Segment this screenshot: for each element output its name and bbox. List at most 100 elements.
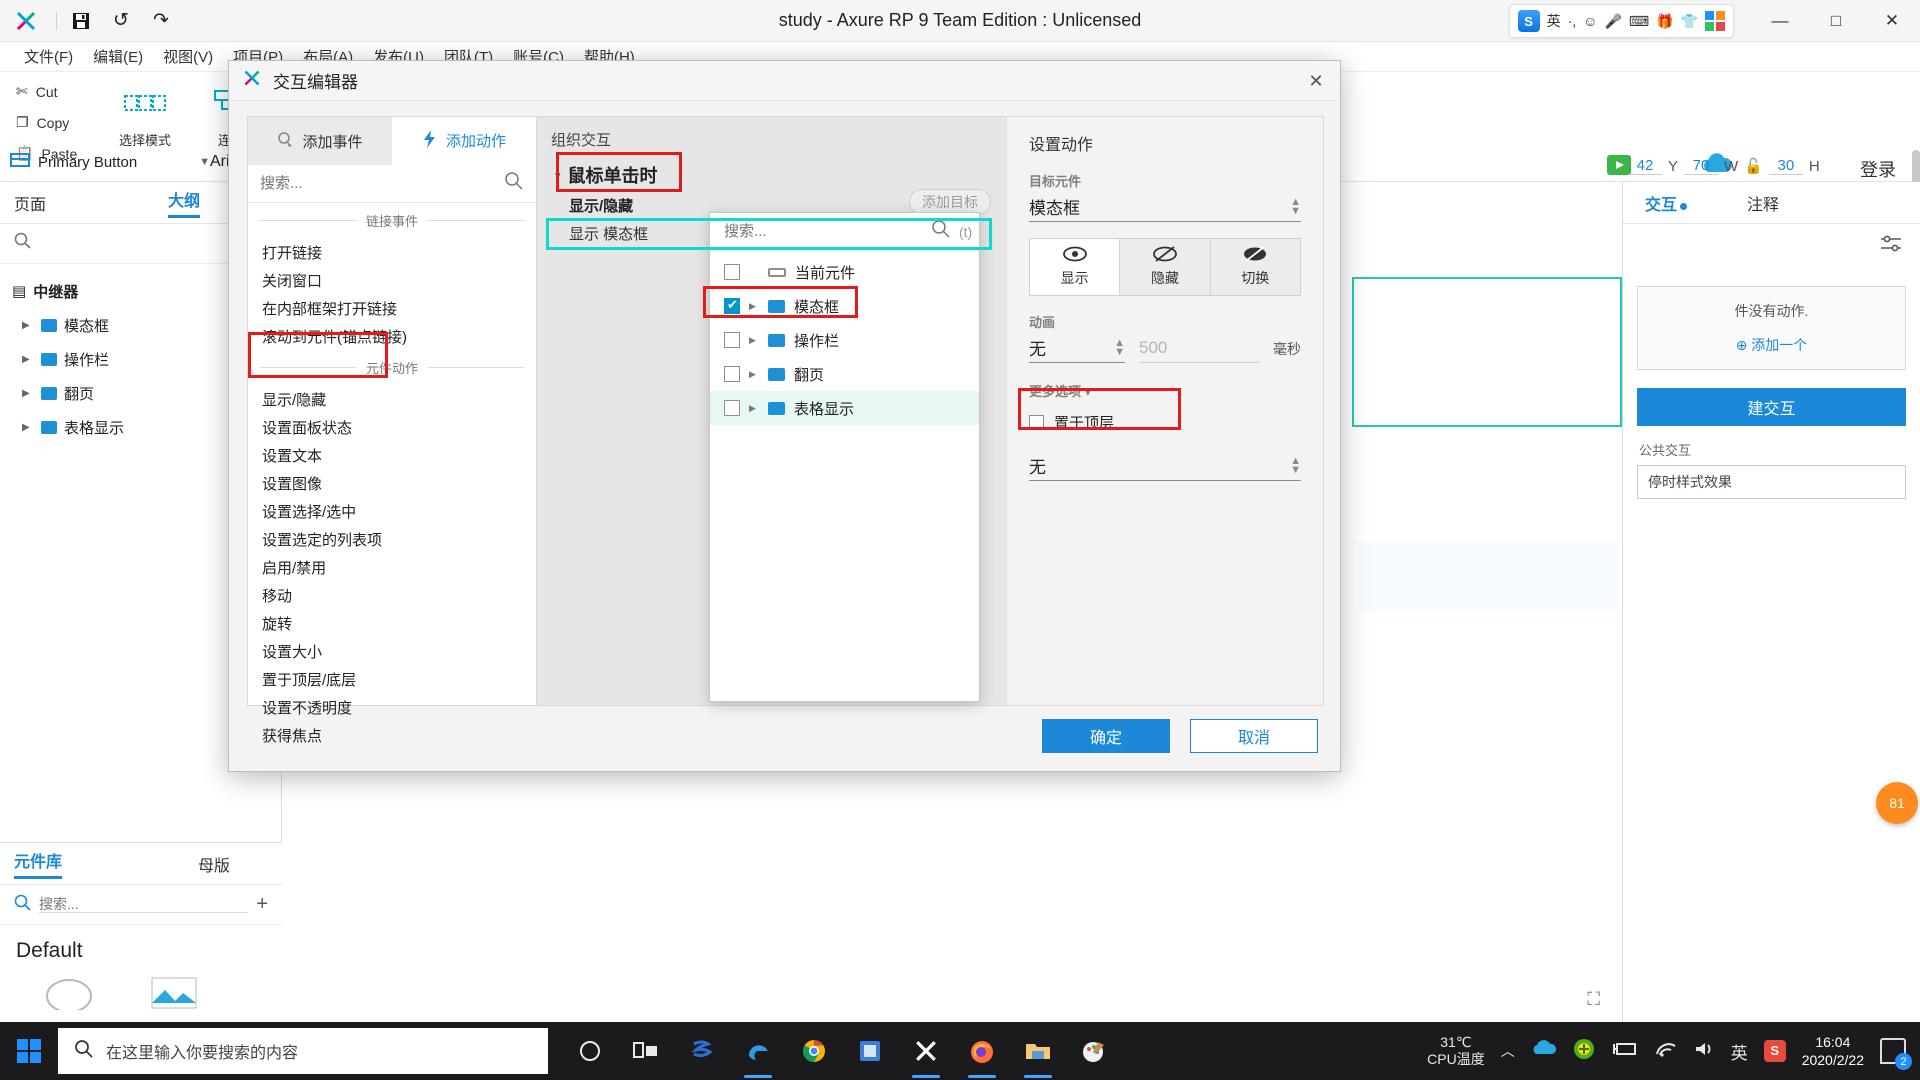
tab-pages[interactable]: 页面 bbox=[14, 191, 46, 215]
lock-icon[interactable]: 🔓 bbox=[1744, 157, 1763, 175]
cortana-icon[interactable] bbox=[562, 1022, 618, 1080]
style-dropdown[interactable]: Primary Button ▼ bbox=[10, 146, 210, 178]
chevron-right-icon[interactable]: ▶ bbox=[749, 369, 759, 380]
library-search-input[interactable] bbox=[39, 896, 249, 913]
picker-checkbox[interactable] bbox=[724, 400, 740, 416]
action-search-input[interactable] bbox=[260, 175, 504, 192]
visibility-hide-button[interactable]: 隐藏 bbox=[1120, 239, 1211, 295]
picker-item-table[interactable]: ▶ 表格显示 bbox=[710, 391, 979, 425]
ok-button[interactable]: 确定 bbox=[1042, 719, 1170, 753]
minimize-button[interactable]: — bbox=[1752, 0, 1808, 42]
wifi-icon[interactable] bbox=[1655, 1040, 1677, 1063]
action-set-selection[interactable]: 设置选择/选中 bbox=[248, 497, 536, 525]
taskbar-search[interactable]: 在这里输入你要搜索的内容 bbox=[58, 1028, 548, 1074]
ime-emoji-icon[interactable]: ☺ bbox=[1583, 13, 1597, 29]
fx-icon[interactable]: (t) bbox=[959, 224, 972, 240]
action-set-opacity[interactable]: 设置不透明度 bbox=[248, 693, 536, 721]
canvas-widget-area[interactable] bbox=[1352, 427, 1622, 517]
ime-keyboard-icon[interactable]: ⌨ bbox=[1629, 13, 1649, 30]
cut-button[interactable]: ✄ Cut bbox=[10, 76, 106, 107]
firefox-icon[interactable] bbox=[954, 1022, 1010, 1080]
tab-add-event[interactable]: 添加事件 bbox=[248, 117, 392, 165]
action-search-row[interactable] bbox=[248, 165, 536, 203]
create-interaction-button[interactable]: 建交互 bbox=[1637, 388, 1906, 426]
x-value[interactable]: 42 bbox=[1628, 157, 1662, 175]
volume-icon[interactable] bbox=[1693, 1040, 1715, 1063]
tab-masters[interactable]: 母版 bbox=[198, 852, 230, 876]
cancel-button[interactable]: 取消 bbox=[1190, 719, 1318, 753]
picker-checkbox[interactable] bbox=[724, 264, 740, 280]
action-open-link-in-frame[interactable]: 在内部框架打开链接 bbox=[248, 294, 536, 322]
cpu-temperature-widget[interactable]: 31℃ CPU温度 bbox=[1427, 1034, 1485, 1069]
tab-widget-library[interactable]: 元件库 bbox=[14, 848, 63, 879]
tab-interaction[interactable]: 交互 bbox=[1645, 191, 1688, 215]
store-icon[interactable] bbox=[842, 1022, 898, 1080]
tab-add-action[interactable]: 添加动作 bbox=[392, 117, 536, 165]
sliders-icon[interactable] bbox=[1880, 235, 1902, 258]
axure-icon[interactable] bbox=[898, 1022, 954, 1080]
notification-center-icon[interactable]: 2 bbox=[1880, 1038, 1912, 1070]
search-icon[interactable] bbox=[931, 219, 951, 244]
action-move[interactable]: 移动 bbox=[248, 581, 536, 609]
search-icon[interactable] bbox=[504, 171, 524, 196]
action-set-list-selection[interactable]: 设置选定的列表项 bbox=[248, 525, 536, 553]
action-set-size[interactable]: 设置大小 bbox=[248, 637, 536, 665]
explorer-icon[interactable] bbox=[1010, 1022, 1066, 1080]
close-button[interactable]: ✕ bbox=[1864, 0, 1920, 42]
action-bring-send-layer[interactable]: 置于顶层/底层 bbox=[248, 665, 536, 693]
save-icon[interactable] bbox=[61, 1, 101, 41]
target-widget-select[interactable]: 模态框 ▲ ▼ bbox=[1029, 192, 1301, 222]
ime-gift-icon[interactable]: 🎁 bbox=[1656, 13, 1673, 30]
hover-style-field[interactable]: 停时样式效果 bbox=[1637, 465, 1906, 499]
action-focus[interactable]: 获得焦点 bbox=[248, 721, 536, 749]
onedrive-icon[interactable] bbox=[1531, 1039, 1557, 1063]
tab-outline[interactable]: 大纲 bbox=[168, 187, 201, 218]
chevron-right-icon[interactable]: ▶ bbox=[22, 354, 34, 365]
library-search-row[interactable]: + bbox=[0, 885, 282, 925]
tab-notes[interactable]: 注释 bbox=[1747, 191, 1779, 215]
action-enable-disable[interactable]: 启用/禁用 bbox=[248, 553, 536, 581]
tray-expand-icon[interactable]: ︿ bbox=[1501, 1041, 1515, 1061]
chevron-right-icon[interactable]: ▶ bbox=[749, 301, 759, 312]
chevron-right-icon[interactable]: ▶ bbox=[749, 335, 759, 346]
power-icon[interactable] bbox=[1611, 1040, 1639, 1063]
stepper-icon[interactable]: ▲ ▼ bbox=[1114, 337, 1125, 357]
w-value[interactable]: 30 bbox=[1768, 157, 1803, 175]
add-library-icon[interactable]: + bbox=[256, 893, 268, 916]
picker-checkbox[interactable] bbox=[724, 332, 740, 348]
action-close-window[interactable]: 关闭窗口 bbox=[248, 266, 536, 294]
chevron-right-icon[interactable]: ▶ bbox=[749, 403, 759, 414]
visibility-toggle-button[interactable]: 切换 bbox=[1210, 239, 1300, 295]
sogou-ime-icon[interactable]: S bbox=[1517, 10, 1540, 32]
sogou-tray-icon[interactable]: S bbox=[1763, 1040, 1786, 1062]
redo-icon[interactable]: ↷ bbox=[141, 1, 181, 41]
start-button[interactable] bbox=[0, 1022, 58, 1080]
ime-grid-icon[interactable] bbox=[1705, 11, 1725, 31]
task-view-icon[interactable] bbox=[618, 1022, 674, 1080]
maximize-button[interactable]: □ bbox=[1808, 0, 1864, 42]
action-show-hide[interactable]: 显示/隐藏 bbox=[248, 385, 536, 413]
select-mode-button[interactable]: 选择模式 bbox=[102, 76, 188, 149]
edge-icon[interactable] bbox=[730, 1022, 786, 1080]
visibility-show-button[interactable]: 显示 bbox=[1030, 239, 1121, 295]
chevron-right-icon[interactable]: ▶ bbox=[22, 320, 34, 331]
picker-search-row[interactable]: (t) bbox=[710, 213, 979, 251]
ime-language[interactable]: 英 bbox=[1547, 11, 1561, 31]
ime-mic-icon[interactable]: 🎤 bbox=[1604, 13, 1621, 30]
event-row-click[interactable]: ▾ 鼠标单击时 bbox=[537, 158, 1007, 192]
more-options-toggle[interactable]: 更多选项 ▾ bbox=[1007, 363, 1323, 404]
picker-item-toolbar[interactable]: ▶ 操作栏 bbox=[710, 323, 979, 357]
picker-checkbox[interactable] bbox=[724, 366, 740, 382]
chrome-icon[interactable] bbox=[786, 1022, 842, 1080]
picker-checkbox[interactable] bbox=[724, 297, 740, 314]
bring-to-front-checkbox[interactable] bbox=[1029, 415, 1044, 430]
dialog-close-icon[interactable]: ✕ bbox=[1302, 69, 1330, 93]
menu-file[interactable]: 文件(F) bbox=[14, 44, 83, 69]
ime-skin-icon[interactable]: 👕 bbox=[1681, 13, 1698, 30]
chevron-right-icon[interactable]: ▶ bbox=[22, 422, 34, 433]
stepper-icon[interactable]: ▲ ▼ bbox=[1290, 455, 1301, 475]
chevron-down-icon[interactable]: ▾ bbox=[555, 169, 561, 182]
picker-item-paging[interactable]: ▶ 翻页 bbox=[710, 357, 979, 391]
picker-search-input[interactable] bbox=[724, 223, 923, 240]
action-set-panel-state[interactable]: 设置面板状态 bbox=[248, 413, 536, 441]
